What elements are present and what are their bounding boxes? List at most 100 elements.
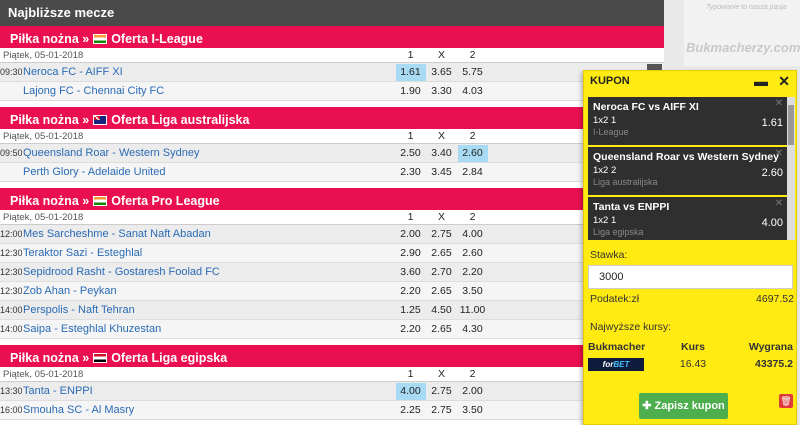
league-section: Piłka nożna » Oferta Pro League Piątek, 0… — [0, 182, 664, 339]
odds-button[interactable]: 1.90 — [396, 83, 426, 100]
match-name-link[interactable]: Neroca FC - AIFF XI — [22, 66, 395, 78]
bet-league: I-League — [593, 127, 629, 137]
bets-scrollbar[interactable] — [787, 97, 795, 240]
odds-button[interactable]: 2.60 — [458, 245, 488, 262]
league-header-prefix: Piłka nożna » — [10, 113, 90, 127]
odds-button[interactable]: 4.00 — [458, 226, 488, 243]
sections-container: Piłka nożna » Oferta I-League Piątek, 05-… — [0, 26, 664, 420]
odds-cell-wrap: 2.70 — [426, 264, 457, 281]
odds-button[interactable]: 1.61 — [395, 63, 426, 81]
match-row: 12:00 Mes Sarcheshme - Sanat Naft Abadan 2… — [0, 225, 664, 244]
save-coupon-button[interactable]: ✚ Zapisz kupon — [639, 393, 728, 419]
odds-button[interactable]: 2.65 — [427, 283, 457, 300]
odds-col-header: 2 — [469, 368, 476, 380]
odds-button[interactable]: 4.03 — [458, 83, 488, 100]
odds-button[interactable]: 3.50 — [458, 283, 488, 300]
match-name-link[interactable]: Smouha SC - Al Masry — [22, 404, 395, 416]
date-header-row: Piątek, 05-01-2018 1 X 2 — [0, 129, 664, 144]
league-header-prefix: Piłka nożna » — [10, 32, 90, 46]
flag-icon — [93, 353, 108, 363]
odds-button[interactable]: 3.40 — [427, 145, 457, 162]
minimize-icon[interactable]: ▬ — [754, 73, 768, 89]
odds-button[interactable]: 2.30 — [396, 164, 426, 181]
odds-button[interactable]: 11.00 — [458, 302, 488, 319]
odds-button[interactable]: 1.25 — [396, 302, 426, 319]
odds-cell-wrap: 3.30 — [426, 83, 457, 100]
odds-cell-wrap: 2.60 — [457, 245, 488, 262]
match-name-link[interactable]: Tanta - ENPPI — [22, 385, 395, 397]
odds-button[interactable]: 3.50 — [458, 402, 488, 419]
odds-button[interactable]: 4.00 — [395, 382, 426, 400]
match-name-link[interactable]: Perth Glory - Adelaide United — [22, 166, 395, 178]
remove-bet-icon[interactable]: ✕ — [775, 148, 783, 159]
odds-button[interactable]: 3.65 — [427, 64, 457, 81]
odds-button[interactable]: 2.65 — [427, 245, 457, 262]
trash-icon[interactable]: 🗑 — [779, 394, 793, 408]
match-name-link[interactable]: Teraktor Sazi - Esteghlal — [22, 247, 395, 259]
match-name-link[interactable]: Saipa - Esteghlal Khuzestan — [22, 323, 395, 335]
coupon-header: KUPON ▬ ✕ — [584, 71, 796, 93]
odds-cell-wrap: 3.45 — [426, 164, 457, 181]
stake-input[interactable] — [588, 265, 793, 289]
odds-button[interactable]: 2.70 — [427, 264, 457, 281]
odds-cell-wrap: 1.61 — [395, 63, 426, 81]
match-name-link[interactable]: Mes Sarcheshme - Sanat Naft Abadan — [22, 228, 395, 240]
odds-button[interactable]: 3.30 — [427, 83, 457, 100]
match-rows: 09:30 Neroca FC - AIFF XI 1.61 3.65 5.75 Lajo… — [0, 63, 664, 101]
tax-row: Podatek:zł 4697.52 — [590, 293, 794, 305]
odds-button[interactable]: 2.84 — [458, 164, 488, 181]
best-odds-row[interactable]: forBET 16.43 43375.2 — [588, 355, 795, 373]
odds-button[interactable]: 2.90 — [396, 245, 426, 262]
odds-button[interactable]: 2.20 — [458, 264, 488, 281]
odds-button[interactable]: 3.60 — [396, 264, 426, 281]
league-header[interactable]: Piłka nożna » Oferta Liga australijska — [0, 107, 664, 129]
match-row: 12:30 Sepidrood Rasht - Gostaresh Foolad … — [0, 263, 664, 282]
match-name-link[interactable]: Sepidrood Rasht - Gostaresh Foolad FC — [22, 266, 395, 278]
odds-button[interactable]: 2.75 — [427, 402, 457, 419]
close-icon[interactable]: ✕ — [778, 73, 790, 90]
odds-button[interactable]: 2.25 — [396, 402, 426, 419]
remove-bet-icon[interactable]: ✕ — [775, 198, 783, 209]
odds-cell-wrap: 4.03 — [457, 83, 488, 100]
odds-button[interactable]: 2.50 — [396, 145, 426, 162]
match-name-link[interactable]: Zob Ahan - Peykan — [22, 285, 395, 297]
match-name-link[interactable]: Lajong FC - Chennai City FC — [22, 85, 395, 97]
bet-type: 1x2 1 — [593, 115, 617, 126]
bet-odd: 4.00 — [761, 217, 783, 229]
odds-cell-wrap: 2.50 — [395, 145, 426, 162]
odds-button[interactable]: 2.75 — [427, 383, 457, 400]
tax-value: 4697.52 — [756, 293, 794, 305]
match-name-link[interactable]: Perspolis - Naft Tehran — [22, 304, 395, 316]
match-date: Piątek, 05-01-2018 — [3, 211, 84, 223]
odds-button[interactable]: 2.75 — [427, 226, 457, 243]
odds-cell-wrap: 4.00 — [457, 226, 488, 243]
col-bookmaker: Bukmacher — [588, 341, 646, 353]
odds-button[interactable]: 3.45 — [427, 164, 457, 181]
remove-bet-icon[interactable]: ✕ — [775, 98, 783, 109]
odds-button[interactable]: 2.20 — [396, 283, 426, 300]
odds-button[interactable]: 2.60 — [457, 144, 488, 162]
league-header[interactable]: Piłka nożna » Oferta Pro League — [0, 188, 664, 210]
odds-button[interactable]: 4.50 — [427, 302, 457, 319]
match-name-link[interactable]: Queensland Roar - Western Sydney — [22, 147, 395, 159]
coupon-bet: Tanta vs ENPPI 1x2 1 Liga egipska 4.00 ✕ — [588, 197, 787, 240]
odds-cell-wrap: 3.65 — [426, 64, 457, 81]
coupon-panel: KUPON ▬ ✕ Neroca FC vs AIFF XI 1x2 1 I-Lea… — [583, 70, 797, 425]
stake-label: Stawka: — [590, 249, 628, 261]
odds-cell-wrap: 2.75 — [426, 402, 457, 419]
best-odds-header: Bukmacher Kurs Wygrana — [588, 339, 795, 355]
league-header[interactable]: Piłka nożna » Oferta Liga egipska — [0, 345, 664, 367]
odds-button[interactable]: 2.65 — [427, 321, 457, 338]
odds-button[interactable]: 2.00 — [458, 383, 488, 400]
odds-button[interactable]: 5.75 — [458, 64, 488, 81]
forbet-logo[interactable]: forBET — [588, 357, 644, 371]
match-row: Perth Glory - Adelaide United 2.30 3.45 2.8… — [0, 163, 664, 182]
bet-match: Tanta vs ENPPI — [593, 201, 670, 213]
league-name: Oferta Liga egipska — [111, 351, 228, 365]
bets-scroll-thumb[interactable] — [788, 105, 794, 145]
odds-button[interactable]: 2.20 — [396, 321, 426, 338]
odds-button[interactable]: 2.00 — [396, 226, 426, 243]
match-time: 14:00 — [0, 305, 22, 315]
league-header[interactable]: Piłka nożna » Oferta I-League — [0, 26, 664, 48]
odds-button[interactable]: 4.30 — [458, 321, 488, 338]
